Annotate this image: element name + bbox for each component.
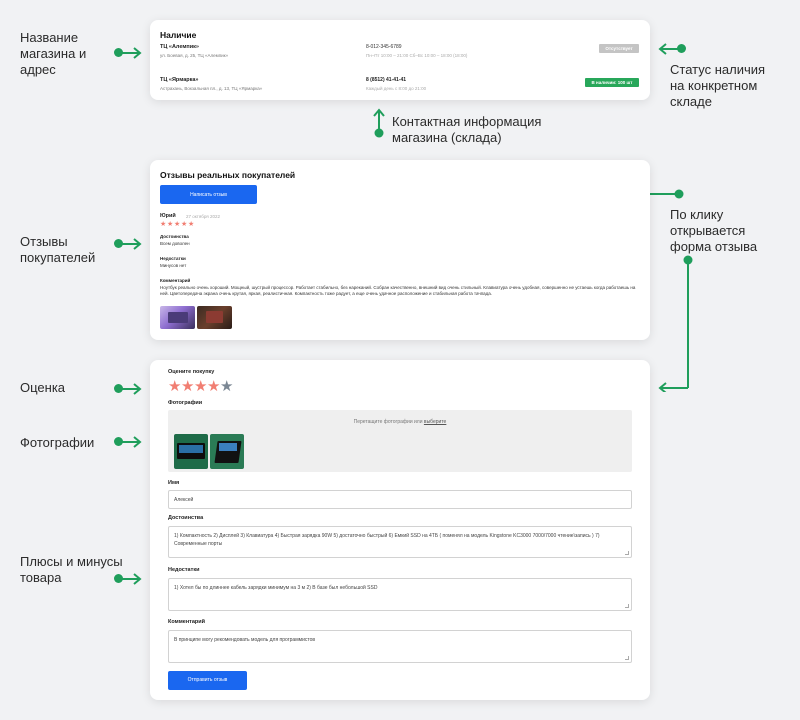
arrow-right-icon	[114, 435, 142, 449]
rate-label: Оцените покупку	[168, 369, 215, 375]
write-review-button[interactable]: Написать отзыв	[160, 185, 257, 204]
star-icon: ★	[181, 221, 188, 228]
arrow-right-icon	[114, 46, 142, 60]
dropzone-text: Перетащите фотографии или	[353, 419, 423, 425]
star-icon[interactable]: ★	[220, 379, 233, 394]
uploaded-photo[interactable]	[210, 434, 244, 469]
store-hours: Каждый день с 8:00 до 21:00	[366, 86, 427, 91]
resize-handle-icon[interactable]	[625, 551, 629, 555]
review-comment-label: Комментарий	[160, 278, 191, 283]
comment-text: В принципе могу рекомендовать модель для…	[174, 637, 316, 643]
pros-label: Достоинства	[168, 515, 204, 521]
cons-textarea[interactable]: 1) Хотел бы по длиннее кабель зарядки ми…	[168, 578, 632, 611]
stock-card: Наличие ТЦ «Алемпик» ул. Боевая, д. 25, …	[150, 20, 650, 100]
stock-status-badge: В наличии: 100 шт	[585, 78, 639, 87]
review-pros: Всем доволен	[160, 241, 190, 246]
arrow-right-icon	[114, 382, 142, 396]
arrow-up-icon	[373, 108, 385, 138]
annotation-store-contacts: Контактная информация магазина (склада)	[392, 114, 542, 145]
star-icon[interactable]: ★	[168, 379, 181, 394]
review-form-card: Оцените покупку ★ ★ ★ ★ ★ Фотографии Пер…	[150, 360, 650, 700]
dropzone-text-row: Перетащите фотографии или выберите	[168, 419, 632, 425]
store-address: ул. Боевая, д. 25, ТЦ «Алемпик»	[160, 53, 229, 58]
review-author: Юрий	[160, 213, 176, 219]
pros-text: 1) Компактность 2) Дисплей 3) Клавиатура…	[174, 533, 600, 547]
review-pros-label: Достоинства	[160, 234, 189, 239]
store-address: Астрахань, Вокзальная пл., д. 13, ТЦ «Яр…	[160, 86, 263, 91]
star-icon[interactable]: ★	[194, 379, 207, 394]
name-label: Имя	[168, 480, 180, 486]
rating-stars[interactable]: ★ ★ ★ ★ ★	[168, 379, 238, 394]
annotation-store-name-address: Название магазина и адрес	[20, 30, 87, 77]
stock-title: Наличие	[160, 30, 197, 40]
resize-handle-icon[interactable]	[625, 656, 629, 660]
store-phone[interactable]: 8 (8512) 41-41-41	[366, 77, 406, 83]
store-name: ТЦ «Ярмарка»	[160, 77, 199, 83]
annotation-rating: Оценка	[20, 380, 66, 395]
dropzone-choose-link[interactable]: выберите	[424, 419, 446, 425]
uploaded-photo[interactable]	[174, 434, 208, 469]
star-icon: ★	[188, 221, 195, 228]
name-field[interactable]: Алексей	[168, 490, 632, 509]
star-icon: ★	[160, 221, 167, 228]
annotation-photos: Фотографии	[20, 435, 95, 450]
cons-text: 1) Хотел бы по длиннее кабель зарядки ми…	[174, 585, 378, 591]
annotation-click-opens-form: По клику открывается форма отзыва	[670, 207, 758, 254]
star-icon: ★	[167, 221, 174, 228]
arrow-right-icon	[114, 572, 142, 586]
arrow-to-form-icon	[658, 255, 693, 392]
submit-review-button[interactable]: Отправить отзыв	[168, 671, 247, 690]
annotation-stock-status: Статус наличия на конкретном складе	[670, 62, 766, 109]
photo-dropzone[interactable]: Перетащите фотографии или выберите	[168, 410, 632, 472]
reviews-title: Отзывы реальных покупателей	[160, 170, 296, 180]
star-icon[interactable]: ★	[207, 379, 220, 394]
store-phone[interactable]: 8-012-345-6789	[366, 44, 402, 50]
review-cons-label: Недостатки	[160, 256, 186, 261]
annotation-customer-reviews: Отзывы покупателей	[20, 234, 96, 265]
comment-label: Комментарий	[168, 619, 206, 625]
arrow-left-icon	[658, 42, 686, 56]
pros-textarea[interactable]: 1) Компактность 2) Дисплей 3) Клавиатура…	[168, 526, 632, 558]
store-hours: Пн–Пт 10:00 – 21:00 Сб–Вс 10:00 – 18:00 …	[366, 53, 468, 58]
review-photo[interactable]	[197, 306, 232, 329]
star-icon[interactable]: ★	[181, 379, 194, 394]
arrow-right-icon	[114, 237, 142, 251]
comment-textarea[interactable]: В принципе могу рекомендовать модель для…	[168, 630, 632, 663]
review-comment: Ноутбук реально очень хороший. Мощный, ш…	[160, 285, 636, 296]
stock-status-badge: Отсутствует	[599, 44, 639, 53]
review-photo[interactable]	[160, 306, 195, 329]
star-icon: ★	[174, 221, 181, 228]
resize-handle-icon[interactable]	[625, 604, 629, 608]
photos-label: Фотографии	[168, 400, 203, 406]
review-date: 27 октября 2022	[186, 214, 221, 219]
reviews-card: Отзывы реальных покупателей Написать отз…	[150, 160, 650, 340]
cons-label: Недостатки	[168, 567, 200, 573]
review-cons: Минусов нет	[160, 263, 187, 268]
review-stars: ★ ★ ★ ★ ★	[160, 221, 200, 229]
store-name: ТЦ «Алемпик»	[160, 44, 199, 50]
